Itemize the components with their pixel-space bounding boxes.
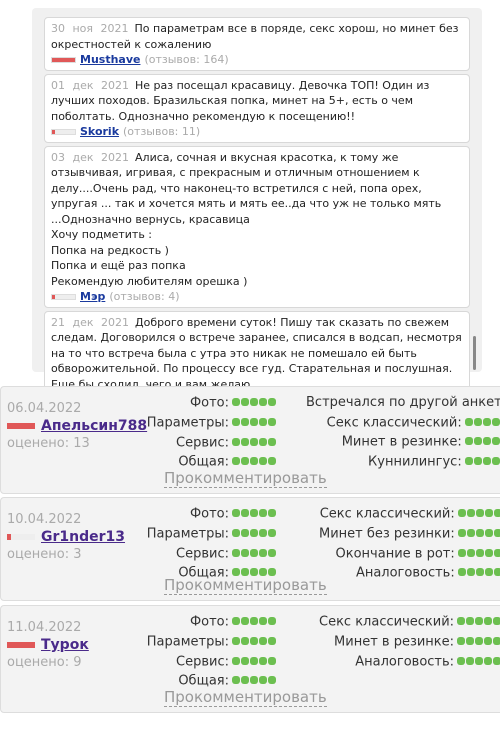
review-date: 06.04.2022	[7, 401, 82, 416]
rating-row: Встречался по другой анкете	[306, 395, 500, 410]
comment-link[interactable]: Прокомментировать	[164, 688, 327, 707]
score-dots	[457, 524, 500, 544]
comment-line: Рекомендую любителям орешка )	[51, 274, 248, 288]
ratings-left: Фото: Параметры: Сервис: Общая:	[147, 612, 277, 691]
author-rating-bar	[7, 534, 35, 540]
score-dots	[457, 632, 500, 652]
author-rating-bar	[51, 56, 76, 63]
rating-row: Фото:	[147, 393, 277, 413]
score-dots	[457, 544, 500, 564]
rated-count: оценено: 13	[7, 436, 90, 451]
rating-row: Сервис:	[147, 433, 277, 453]
rating-row: Секс классический:	[319, 612, 500, 632]
author-link[interactable]: Мэр	[80, 289, 105, 305]
review: 11.04.2022 Турок оценено: 9 Фото: Парамет…	[0, 605, 500, 713]
score-dots	[464, 413, 500, 433]
author-link[interactable]: Апельсин788	[41, 418, 147, 434]
comment-date: 03 дек 2021	[51, 150, 130, 164]
author-link[interactable]: Musthave	[80, 52, 140, 68]
score-dots	[232, 524, 277, 544]
ratings-left: Фото: Параметры: Сервис: Общая:	[147, 504, 277, 583]
author-rating-bar	[7, 423, 35, 429]
rating-row: Минет в резинке:	[319, 632, 500, 652]
author-review-count: (отзывов: 4)	[109, 290, 180, 303]
score-dots	[232, 504, 277, 524]
comment-line: Попка и ещё раз попка	[51, 259, 186, 272]
comments-panel: 30 ноя 2021 По параметрам все в порядe, с…	[32, 8, 482, 411]
rated-count: оценено: 9	[7, 655, 82, 670]
score-dots	[232, 612, 277, 632]
author-review-count: (отзывов: 11)	[123, 125, 201, 138]
score-dots	[457, 612, 500, 632]
rating-row: Сервис:	[147, 544, 277, 564]
rating-row: Сервис:	[147, 652, 277, 672]
rating-row: Аналоговость:	[319, 563, 500, 583]
author-rating-bar	[51, 128, 76, 135]
rating-row: Окончание в рот:	[319, 544, 500, 564]
rating-row: Параметры:	[147, 413, 277, 433]
rating-row: Минет без резинки:	[319, 524, 500, 544]
author-link[interactable]: Skorik	[80, 124, 119, 140]
rating-row: Секс классический:	[319, 504, 500, 524]
score-dots	[232, 413, 277, 433]
rating-row: Аналоговость:	[319, 652, 500, 672]
ratings-left: Фото: Параметры: Сервис: Общая:	[147, 393, 277, 472]
review: 10.04.2022 Gr1nder13 оценено: 3 Фото: Пар…	[0, 497, 500, 601]
score-dots	[232, 544, 277, 564]
review: 06.04.2022 Апельсин788 оценено: 13 Фото:…	[0, 386, 500, 494]
comment-line: Попка на редкость )	[51, 243, 169, 257]
comment-card: 30 ноя 2021 По параметрам все в порядe, с…	[44, 17, 470, 71]
rating-row: Параметры:	[147, 632, 277, 652]
author-link[interactable]: Турок	[41, 637, 89, 653]
review-date: 10.04.2022	[7, 512, 82, 527]
rating-row: Фото:	[147, 612, 277, 632]
score-dots	[457, 504, 500, 524]
rating-row: Минет в резинке:	[306, 432, 500, 452]
comment-card: 01 дек 2021 Не раз посещал красавицу. Дев…	[44, 73, 470, 143]
ratings-right: Встречался по другой анкете Секс классиче…	[306, 393, 500, 472]
score-dots	[232, 393, 277, 413]
score-dots	[232, 433, 277, 453]
score-dots	[232, 652, 277, 672]
comment-link[interactable]: Прокомментировать	[164, 576, 327, 595]
rated-count: оценено: 3	[7, 547, 82, 562]
rating-row: Куннилингус:	[306, 452, 500, 472]
scrollbar[interactable]	[473, 336, 476, 370]
rating-row: Секс классический:	[306, 413, 500, 433]
score-dots	[457, 563, 500, 583]
rating-row: Параметры:	[147, 524, 277, 544]
comment-card: 03 дек 2021 Алиса, сочная и вкусная красо…	[44, 145, 470, 308]
author-rating-bar	[7, 642, 35, 648]
score-dots	[232, 632, 277, 652]
rating-row: Фото:	[147, 504, 277, 524]
author-link[interactable]: Gr1nder13	[41, 529, 125, 545]
author-rating-bar	[51, 293, 76, 300]
comment-link[interactable]: Прокомментировать	[164, 469, 327, 488]
comment-line: Хочу подметить :	[51, 228, 153, 241]
score-dots	[457, 652, 500, 672]
comment-date: 01 дек 2021	[51, 78, 130, 92]
comment-date: 30 ноя 2021	[51, 22, 129, 35]
author-review-count: (отзывов: 164)	[144, 53, 229, 66]
ratings-right: Секс классический: Минет в резинке: Аналог…	[319, 612, 500, 671]
score-dots	[464, 432, 500, 452]
comment-date: 21 дек 2021	[51, 315, 130, 329]
ratings-right: Секс классический: Минет без резинки: Окон…	[319, 504, 500, 583]
review-date: 11.04.2022	[7, 620, 82, 635]
score-dots	[464, 452, 500, 472]
